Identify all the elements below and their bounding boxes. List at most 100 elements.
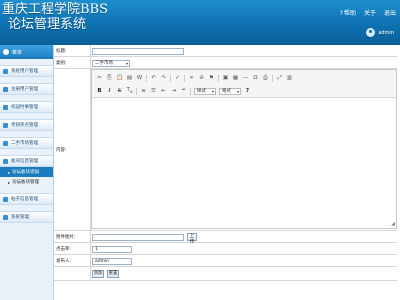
- category-select[interactable]: 二手市场 ▾: [92, 60, 130, 67]
- title-row: 标题:: [54, 45, 397, 57]
- help-link[interactable]: ?帮助: [340, 8, 356, 17]
- numbered-list-icon[interactable]: ≡: [140, 88, 147, 94]
- undo-icon[interactable]: ↶: [150, 75, 157, 81]
- bold-icon[interactable]: B: [96, 88, 103, 94]
- help-icon[interactable]: ?: [244, 88, 251, 94]
- category-row: 类别: 二手市场 ▾: [54, 57, 397, 69]
- user-box: admin: [366, 28, 394, 37]
- folder-icon: [3, 196, 8, 202]
- italic-icon[interactable]: I: [106, 88, 113, 94]
- sidebar-item-board-info[interactable]: 板块信息管理: [0, 155, 53, 167]
- paste-text-icon[interactable]: ▤: [126, 75, 133, 81]
- maximize-icon[interactable]: ⤢: [276, 75, 283, 82]
- toolbar-row-2: B I S Tx ≡ ☰ ⇤ ⇥ ❝ 样式 ▾ 格式 ▾ ?: [96, 86, 392, 96]
- hr-icon[interactable]: —: [242, 75, 249, 81]
- resize-handle-icon[interactable]: ◢: [391, 221, 395, 227]
- exit-link[interactable]: 退出: [384, 8, 396, 17]
- separator: [218, 74, 219, 82]
- attachment-label: 附件图片:: [56, 235, 76, 240]
- cut-icon[interactable]: ✂: [96, 75, 103, 81]
- divider: [90, 267, 91, 280]
- image-icon[interactable]: ▣: [222, 75, 229, 81]
- special-char-icon[interactable]: Ω: [252, 75, 259, 81]
- indent-icon[interactable]: ⇥: [170, 88, 177, 94]
- spellcheck-icon[interactable]: ✓: [174, 75, 181, 81]
- app-title-line1: 重庆工程学院BBS: [2, 2, 109, 17]
- top-nav: ?帮助 关于 退出: [340, 8, 396, 17]
- bulleted-list-icon[interactable]: ☰: [150, 88, 157, 94]
- page-break-icon[interactable]: ⎙: [262, 75, 269, 82]
- redo-icon[interactable]: ↷: [160, 75, 167, 81]
- folder-icon: [3, 140, 8, 146]
- folder-icon: [3, 158, 8, 164]
- folder-icon: [3, 104, 8, 110]
- blockquote-icon[interactable]: ❝: [180, 88, 187, 94]
- table-icon[interactable]: ▦: [232, 75, 239, 81]
- chevron-down-icon: ▾: [125, 61, 128, 66]
- reset-button[interactable]: 重置: [107, 270, 119, 278]
- app-logo: 重庆工程学院BBS 论坛管理系统: [2, 2, 108, 32]
- outdent-icon[interactable]: ⇤: [160, 88, 167, 94]
- content-label: 内容:: [56, 148, 67, 153]
- copy-icon[interactable]: ⎘: [106, 75, 113, 82]
- editor-toolbar: ✂ ⎘ 📋 ▤ W ↶ ↷ ✓ ∞ ⊘ ⚑ ▣ ▦ — Ω ⎙ ⤢ ▥ B I …: [92, 70, 396, 98]
- sidebar-item-system[interactable]: 系统管理: [0, 211, 53, 223]
- sidebar-item-second-hand[interactable]: 二手市场管理: [0, 137, 53, 149]
- separator: [190, 87, 191, 95]
- views-row: 点击率: 1: [54, 243, 397, 255]
- attachment-input[interactable]: [92, 234, 184, 241]
- separator: [146, 74, 147, 82]
- views-label: 点击率:: [56, 247, 72, 252]
- main-form: 标题: 类别: 二手市场 ▾ 内容: ✂ ⎘ 📋 ▤ W ↶ ↷ ✓ ∞ ⊘ ⚑…: [54, 45, 400, 300]
- publisher-input[interactable]: admin: [92, 258, 132, 265]
- unlink-icon[interactable]: ⊘: [198, 75, 205, 81]
- divider: [90, 243, 91, 254]
- upload-button[interactable]: 上传: [187, 233, 197, 245]
- divider: [90, 57, 91, 68]
- separator: [136, 87, 137, 95]
- folder-icon: [3, 122, 8, 128]
- help-icon: ?: [339, 10, 343, 17]
- rich-text-editor[interactable]: ✂ ⎘ 📋 ▤ W ↶ ↷ ✓ ∞ ⊘ ⚑ ▣ ▦ — Ω ⎙ ⤢ ▥ B I …: [91, 69, 397, 229]
- folder-icon: [3, 214, 8, 220]
- paste-icon[interactable]: 📋: [116, 75, 123, 81]
- link-icon[interactable]: ∞: [188, 75, 195, 81]
- attachment-row: 附件图片: 上传: [54, 231, 397, 245]
- app-header: 重庆工程学院BBS 论坛管理系统 ?帮助 关于 退出 admin: [0, 0, 400, 45]
- about-link[interactable]: 关于: [364, 8, 376, 17]
- title-input[interactable]: [92, 48, 184, 55]
- folder-icon: [3, 86, 8, 92]
- sidebar-item-campus-news[interactable]: 校园时事管理: [0, 101, 53, 113]
- bullet-icon: ▸: [8, 179, 11, 185]
- sidebar-subitem-board-manage[interactable]: ▸ 论坛板块管理: [0, 177, 53, 187]
- style-select[interactable]: 样式 ▾: [194, 87, 216, 95]
- sidebar-item-system-users[interactable]: 系统用户管理: [0, 65, 53, 77]
- chevron-down-icon: ▾: [236, 88, 239, 94]
- category-label: 类别:: [56, 61, 67, 66]
- format-select[interactable]: 格式 ▾: [219, 87, 241, 95]
- title-label: 标题:: [56, 49, 67, 54]
- toolbar-row-1: ✂ ⎘ 📋 ▤ W ↶ ↷ ✓ ∞ ⊘ ⚑ ▣ ▦ — Ω ⎙ ⤢ ▥: [96, 73, 392, 83]
- submit-button[interactable]: 添加: [92, 270, 104, 278]
- anchor-icon[interactable]: ⚑: [208, 75, 215, 81]
- chevron-down-icon: ▾: [211, 88, 214, 94]
- sidebar-item-exam-topics[interactable]: 考研热点管理: [0, 119, 53, 131]
- bullet-icon: ▸: [8, 169, 11, 175]
- sidebar-item-registered-users[interactable]: 注册用户管理: [0, 83, 53, 95]
- source-icon[interactable]: ▥: [286, 75, 293, 81]
- separator: [170, 74, 171, 82]
- sidebar-item-posts[interactable]: 帖子信息管理: [0, 193, 53, 205]
- app-title-line2: 论坛管理系统: [8, 17, 87, 32]
- separator: [184, 74, 185, 82]
- publisher-row: 发布人: admin: [54, 255, 397, 267]
- strike-icon[interactable]: S: [116, 88, 123, 94]
- sidebar-heading: 菜单: [0, 45, 53, 59]
- remove-format-icon[interactable]: Tx: [126, 87, 133, 95]
- divider: [90, 231, 91, 242]
- paste-word-icon[interactable]: W: [136, 75, 143, 81]
- sidebar-subitem-board-add[interactable]: ▸ 论坛板块添加: [0, 167, 53, 177]
- menu-icon: [3, 49, 9, 55]
- views-input[interactable]: 1: [92, 246, 132, 253]
- divider: [90, 255, 91, 266]
- separator: [272, 74, 273, 82]
